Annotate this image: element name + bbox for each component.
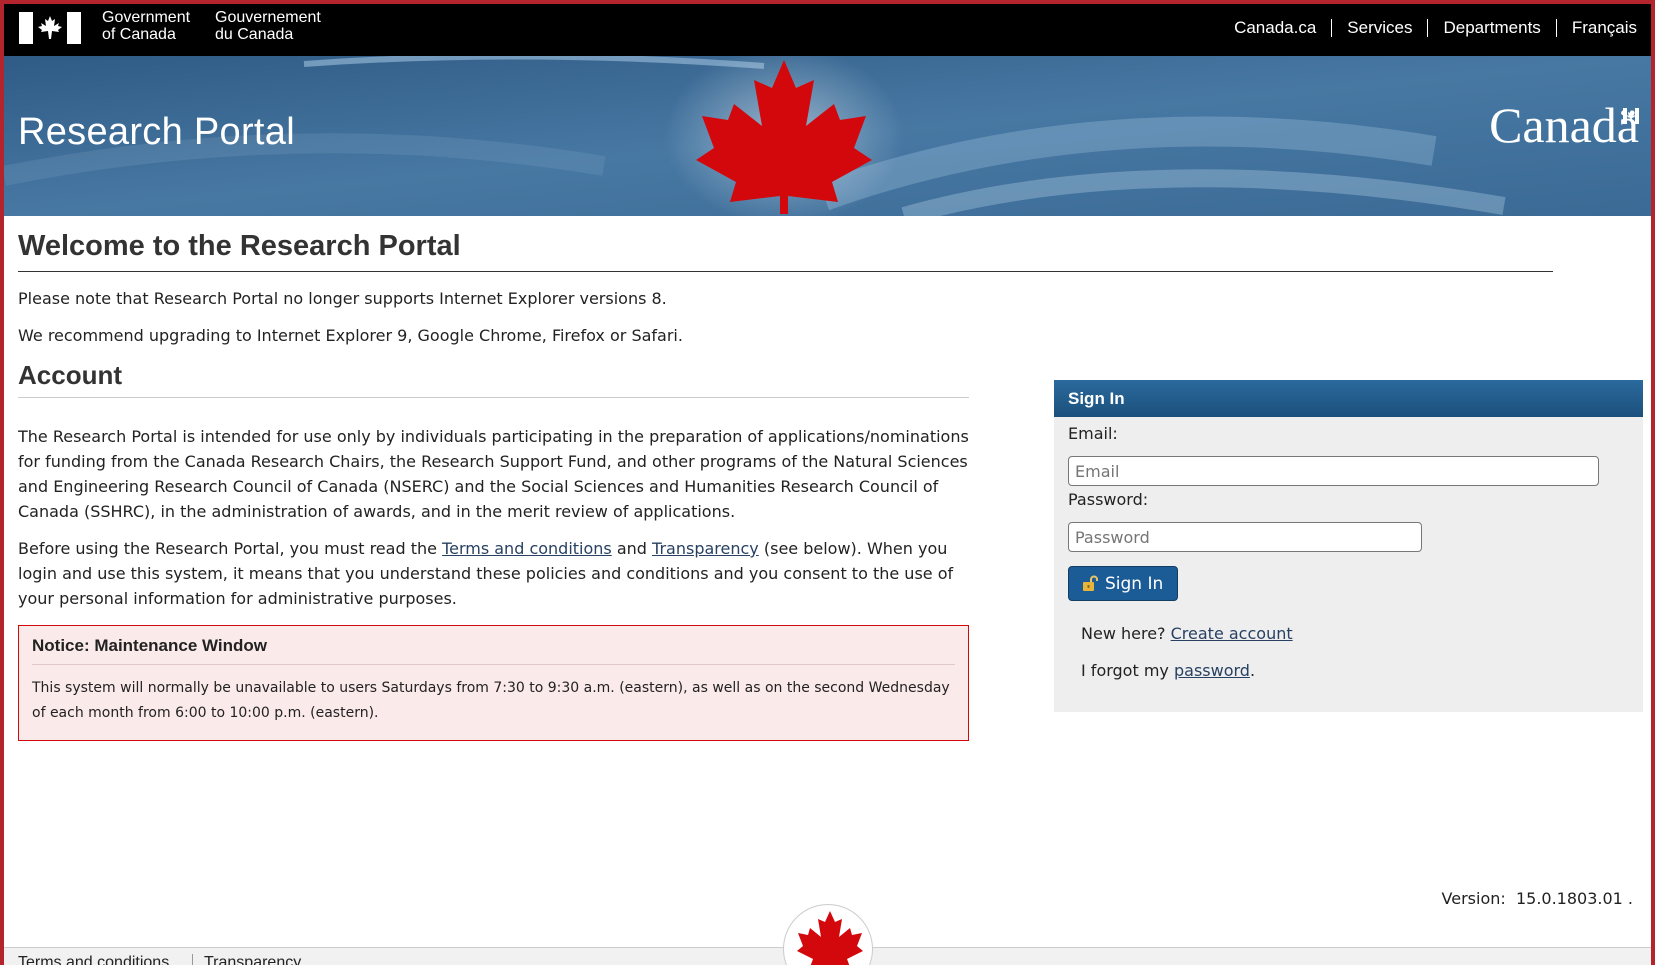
gov-en-line-1: Government — [102, 9, 191, 26]
footer-terms-link[interactable]: Terms and conditions — [18, 954, 169, 965]
signin-panel: Sign In Email: Password: Sign In New her… — [1054, 380, 1643, 712]
nav-link-canada-ca[interactable]: Canada.ca — [1234, 18, 1316, 38]
sign-in-button-label: Sign In — [1105, 573, 1164, 594]
new-here-text: New here? — [1081, 624, 1166, 643]
government-of-canada-en[interactable]: Government of Canada — [102, 9, 190, 43]
nav-divider — [1427, 19, 1429, 37]
forgot-prefix-text: I forgot my — [1081, 661, 1169, 680]
federal-identity-bar: Government of Canada Gouvernement du Can… — [4, 4, 1651, 56]
gov-fr-line-2: du Canada — [215, 26, 294, 43]
nav-link-services[interactable]: Services — [1347, 18, 1412, 38]
nav-link-francais[interactable]: Français — [1572, 18, 1637, 38]
footer-transparency-link[interactable]: Transparency — [204, 954, 301, 965]
footer-maple-leaf-icon — [797, 911, 863, 965]
terms-prefix-text: Before using the Research Portal, you mu… — [18, 539, 437, 558]
version-label: Version: — [1441, 889, 1506, 908]
browser-note: Please note that Research Portal no long… — [18, 289, 667, 308]
site-banner: Research Portal Canadä — [4, 56, 1651, 216]
nav-link-departments[interactable]: Departments — [1443, 18, 1540, 38]
new-here-row: New here? Create account — [1081, 624, 1629, 643]
footer-divider — [192, 954, 193, 965]
version-number: 15.0.1803.01 . — [1515, 889, 1633, 908]
email-label: Email: — [1068, 424, 1118, 443]
wordmark-flag-icon — [1623, 108, 1639, 124]
terms-and-conditions-link[interactable]: Terms and conditions — [442, 539, 612, 558]
terms-and-text: and — [616, 539, 647, 558]
page-frame: Government of Canada Gouvernement du Can… — [0, 0, 1655, 965]
sign-in-button[interactable]: Sign In — [1068, 566, 1179, 601]
forgot-suffix-text: . — [1249, 661, 1256, 680]
gov-fr-line-1: Gouvernement — [215, 9, 321, 26]
page-title: Welcome to the Research Portal — [18, 230, 1553, 272]
email-field[interactable] — [1068, 456, 1599, 486]
transparency-link[interactable]: Transparency — [652, 539, 759, 558]
federal-nav: Canada.ca Services Departments Français — [1234, 18, 1637, 38]
notice-title: Notice: Maintenance Window — [32, 636, 955, 665]
nav-divider — [1331, 19, 1333, 37]
account-section: Account The Research Portal is intended … — [18, 360, 969, 741]
forgot-password-row: I forgot my password. — [1081, 661, 1629, 680]
signin-body: Email: Password: Sign In New here? Creat… — [1054, 417, 1643, 685]
main-content: Welcome to the Research Portal Please no… — [18, 216, 1553, 741]
unlock-icon — [1083, 575, 1098, 591]
canada-wordmark: Canadä — [1489, 97, 1639, 153]
version-info: Version: 15.0.1803.01 . — [1442, 889, 1633, 908]
signin-header: Sign In — [1054, 380, 1643, 417]
government-of-canada-fr[interactable]: Gouvernement du Canada — [215, 9, 321, 43]
nav-divider — [1555, 19, 1557, 37]
terms-paragraph: Before using the Research Portal, you mu… — [18, 536, 969, 611]
password-label: Password: — [1068, 490, 1149, 509]
gov-en-line-2: of Canada — [102, 26, 176, 43]
notice-body: This system will normally be unavailable… — [32, 680, 950, 721]
password-field[interactable] — [1068, 522, 1422, 552]
maintenance-notice: Notice: Maintenance Window This system w… — [18, 625, 969, 741]
create-account-link[interactable]: Create account — [1171, 624, 1293, 643]
account-heading: Account — [18, 360, 969, 398]
canada-flag-icon — [19, 12, 81, 44]
account-intro: The Research Portal is intended for use … — [18, 427, 969, 521]
forgot-password-link[interactable]: password — [1174, 661, 1250, 680]
portal-title: Research Portal — [18, 111, 295, 153]
browser-recommendation: We recommend upgrading to Internet Explo… — [18, 326, 683, 345]
